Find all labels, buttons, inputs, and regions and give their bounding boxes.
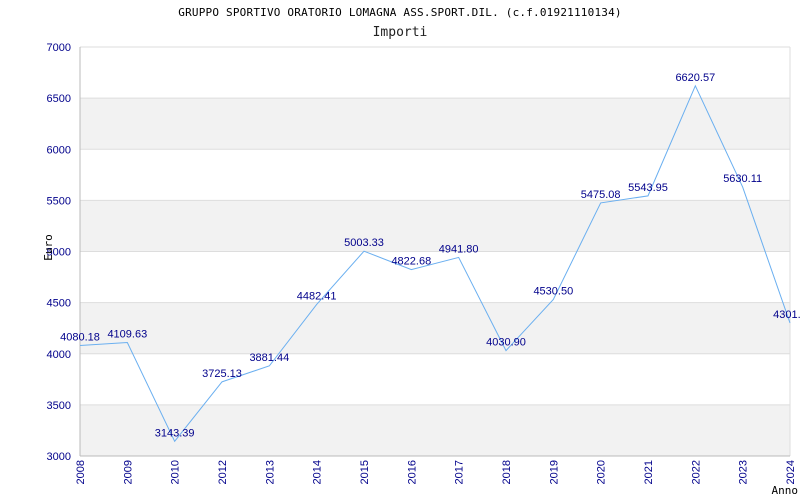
y-axis-label: Euro: [42, 234, 55, 261]
y-tick-label: 3500: [47, 400, 71, 412]
x-tick-label: 2016: [406, 460, 418, 484]
data-label: 5475.08: [581, 189, 621, 201]
x-tick-label: 2014: [312, 460, 324, 484]
x-tick-label: 2024: [785, 460, 797, 484]
x-tick-label: 2018: [501, 460, 513, 484]
data-label: 4080.18: [60, 332, 100, 344]
x-tick-label: 2021: [643, 460, 655, 484]
data-label: 4482.41: [297, 290, 337, 302]
x-tick-label: 2008: [75, 460, 87, 484]
x-axis-label: Anno: [772, 484, 799, 497]
x-tick-label: 2017: [454, 460, 466, 484]
data-label: 5003.33: [344, 237, 384, 249]
x-axis-ticks: 2008 2009 2010 2012 2013 2014 2015 2016 2017 2018…: [75, 460, 797, 484]
x-tick-label: 2020: [596, 460, 608, 484]
grid-band: [80, 98, 790, 150]
x-tick-label: 2023: [738, 460, 750, 484]
data-label: 5543.95: [628, 182, 668, 194]
x-tick-label: 2012: [217, 460, 229, 484]
y-tick-label: 7000: [47, 42, 71, 54]
line-chart: 4080.18 4109.63 3143.39 3725.13 3881.44 4482.…: [42, 42, 800, 497]
data-label: 4301.0: [773, 309, 800, 321]
data-label: 4941.80: [439, 243, 479, 255]
grid-band: [80, 302, 790, 354]
x-tick-label: 2013: [264, 460, 276, 484]
y-tick-label: 3000: [47, 451, 71, 463]
data-label: 4109.63: [107, 329, 147, 341]
data-label: 4030.90: [486, 337, 526, 349]
y-tick-label: 5500: [47, 195, 71, 207]
x-tick-label: 2019: [548, 460, 560, 484]
x-tick-label: 2009: [122, 460, 134, 484]
data-label: 3725.13: [202, 368, 242, 380]
data-label: 6620.57: [675, 72, 715, 84]
y-tick-label: 4000: [47, 349, 71, 361]
data-label: 3881.44: [249, 352, 289, 364]
data-label: 4822.68: [391, 256, 431, 268]
data-label: 5630.11: [723, 173, 762, 185]
x-tick-label: 2022: [690, 460, 702, 484]
x-tick-label: 2010: [170, 460, 182, 484]
data-label: 3143.39: [155, 427, 195, 439]
data-label: 4530.50: [533, 286, 573, 298]
grid-band: [80, 200, 790, 252]
x-tick-label: 2015: [359, 460, 371, 484]
y-tick-label: 6000: [47, 144, 71, 156]
y-tick-label: 4500: [47, 298, 71, 310]
grid-bands: [80, 98, 790, 456]
y-tick-label: 6500: [47, 93, 71, 105]
